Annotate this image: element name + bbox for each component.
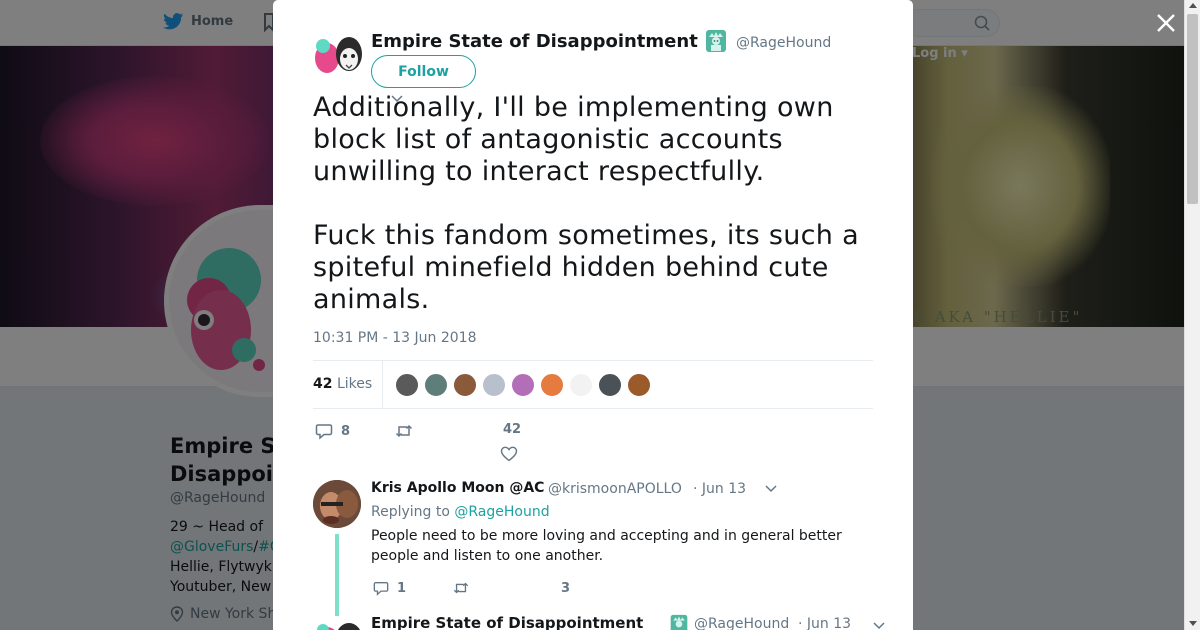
tweet-stats: 42 Likes [313,360,873,409]
retweet-action[interactable] [453,580,469,596]
liker-avatar[interactable] [511,373,535,397]
retweet-icon[interactable] [395,422,413,440]
liker-avatar[interactable] [569,373,593,397]
tweet-timestamp[interactable]: 10:31 PM - 13 Jun 2018 [313,330,477,346]
reply-icon[interactable] [373,580,389,596]
next-author-handle[interactable]: @RageHound [694,616,789,630]
tweet-author-name[interactable]: Empire State of Disappointment [371,31,698,52]
chevron-down-icon[interactable] [765,485,777,493]
replying-to: Replying to @RageHound [371,504,550,520]
statue-of-liberty-icon [670,614,688,630]
tweet-text: Additionally, I'll be implementing own b… [313,92,883,316]
reply-author-handle[interactable]: @krismoonAPOLLO [548,481,682,497]
replying-to-handle[interactable]: @RageHound [454,504,549,520]
next-author-name[interactable]: Empire State of Disappointment [371,614,643,630]
reply-author-name[interactable]: Kris Apollo Moon @AC [371,480,544,496]
reply-avatar-image [313,480,361,528]
follow-button[interactable]: Follow [371,55,476,88]
stats-divider [382,361,383,408]
reply-icon[interactable] [315,422,333,440]
liker-avatar[interactable] [453,373,477,397]
reply-action-bar: 1 3 [371,580,771,602]
liker-avatar[interactable] [424,373,448,397]
tweet-author-handle[interactable]: @RageHound [736,35,831,51]
replying-to-label: Replying to [371,504,450,520]
reply-action[interactable]: 8 [315,422,350,440]
liker-avatar[interactable] [482,373,506,397]
reply-count: 1 [397,580,407,596]
likes-stat[interactable]: 42 Likes [313,376,372,392]
conversation-thread-line [335,534,339,616]
author-avatar[interactable] [313,32,363,78]
reply-text: People need to be more loving and accept… [371,528,842,564]
reply-date[interactable]: · Jun 13 [693,481,746,497]
liker-avatar[interactable] [627,373,651,397]
likes-count: 42 [313,376,333,392]
liker-avatar[interactable] [395,373,419,397]
likes-label: Likes [336,376,373,392]
reply-author-avatar[interactable] [313,480,361,528]
reply-action[interactable]: 1 [373,580,406,596]
author-avatar[interactable] [313,618,363,630]
close-icon[interactable] [1155,12,1177,34]
tweet-paragraph: Additionally, I'll be implementing own b… [313,92,834,187]
retweet-action[interactable] [395,422,413,440]
likers-avatars [395,373,651,397]
scrollbar-thumb[interactable] [1187,14,1198,204]
heart-icon[interactable] [500,445,518,463]
tweet-paragraph: Fuck this fandom sometimes, its such a s… [313,220,859,315]
tweet-permalink-modal: Empire State of Disappointment @RageHoun… [273,0,913,630]
next-date[interactable]: · Jun 13 [798,616,851,630]
statue-of-liberty-icon [706,30,726,52]
like-count: 3 [561,581,571,596]
chevron-down-icon[interactable] [873,622,885,630]
scroll-down-arrow-icon[interactable] [1189,621,1197,626]
reply-count: 8 [341,423,351,439]
retweet-icon[interactable] [453,580,469,596]
liker-avatar[interactable] [540,373,564,397]
tweet-action-bar: 8 42 [313,420,873,464]
page-scrollbar[interactable] [1184,0,1200,630]
like-count: 42 [503,422,522,437]
liker-avatar[interactable] [598,373,622,397]
scroll-up-arrow-icon[interactable] [1189,3,1197,8]
